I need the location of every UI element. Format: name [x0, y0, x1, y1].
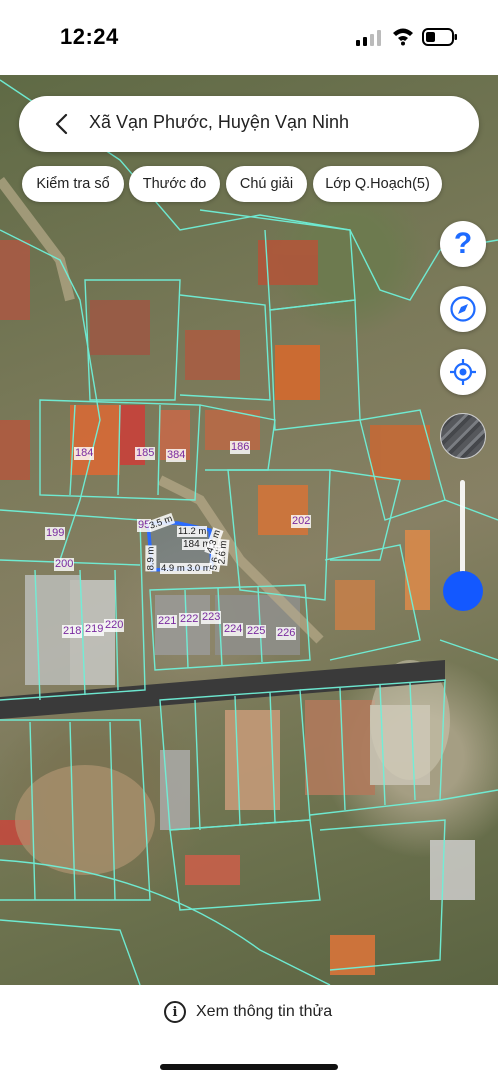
battery-icon	[422, 28, 457, 46]
zoom-slider-knob[interactable]	[443, 570, 483, 611]
help-icon: ?	[453, 227, 473, 260]
map-overlay	[0, 79, 498, 985]
parcel-label[interactable]: 202	[291, 515, 312, 528]
status-time: 12:24	[60, 24, 119, 49]
planning-layer-chip[interactable]: Lớp Q.Hoạch(5)	[313, 166, 442, 202]
screen: 12:24 184 185 384 186 202 199 200 95 218…	[0, 0, 498, 1080]
layer-icon[interactable]	[440, 413, 486, 459]
edge-length: 11.2 m	[177, 526, 208, 537]
satellite-map[interactable]: 184 185 384 186 202 199 200 95 218 219 2…	[0, 75, 498, 985]
cellular-signal-icon	[356, 30, 381, 46]
parcel-label[interactable]: 185	[135, 447, 156, 460]
parcel-label[interactable]: 219	[84, 623, 105, 636]
parcel-label[interactable]: 200	[54, 558, 75, 571]
edge-length: 4.9 m	[160, 563, 186, 574]
parcel-label[interactable]: 186	[230, 441, 251, 454]
location-bar[interactable]: Xã Vạn Phước, Huyện Vạn Ninh	[19, 96, 479, 152]
status-bar: 12:24	[0, 0, 498, 75]
legend-chip[interactable]: Chú giải	[226, 166, 307, 202]
parcel-label[interactable]: 222	[179, 613, 200, 626]
parcel-label[interactable]: 184	[74, 447, 95, 460]
home-indicator	[160, 1064, 338, 1070]
help-button[interactable]: ?	[440, 221, 486, 267]
parcel-info-button[interactable]: i Xem thông tin thửa	[164, 1001, 332, 1023]
location-title: Xã Vạn Phước, Huyện Vạn Ninh	[89, 112, 349, 132]
parcel-label[interactable]: 384	[166, 449, 187, 462]
wifi-icon	[393, 28, 413, 46]
compass-icon	[450, 296, 476, 322]
parcel-label[interactable]: 225	[246, 625, 267, 638]
parcel-label[interactable]: 218	[62, 625, 83, 638]
edge-length: 2.6 m	[216, 539, 230, 566]
locate-icon	[450, 359, 476, 385]
parcel-label[interactable]: 221	[157, 615, 178, 628]
parcel-label[interactable]: 226	[276, 627, 297, 640]
info-icon: i	[164, 1001, 186, 1023]
edge-length: 8.9 m	[145, 545, 157, 572]
check-book-chip[interactable]: Kiểm tra sổ	[22, 166, 124, 202]
measure-chip[interactable]: Thước đo	[129, 166, 220, 202]
parcel-label[interactable]: 199	[45, 527, 66, 540]
parcel-label[interactable]: 220	[104, 619, 125, 632]
back-chevron-icon[interactable]	[53, 112, 71, 136]
compass-button[interactable]	[440, 286, 486, 332]
parcel-label[interactable]: 224	[223, 623, 244, 636]
bottom-bar: i Xem thông tin thửa	[0, 985, 498, 1080]
my-location-button[interactable]	[440, 349, 486, 395]
parcel-info-label: Xem thông tin thửa	[196, 1003, 333, 1020]
parcel-label[interactable]: 223	[201, 611, 222, 624]
